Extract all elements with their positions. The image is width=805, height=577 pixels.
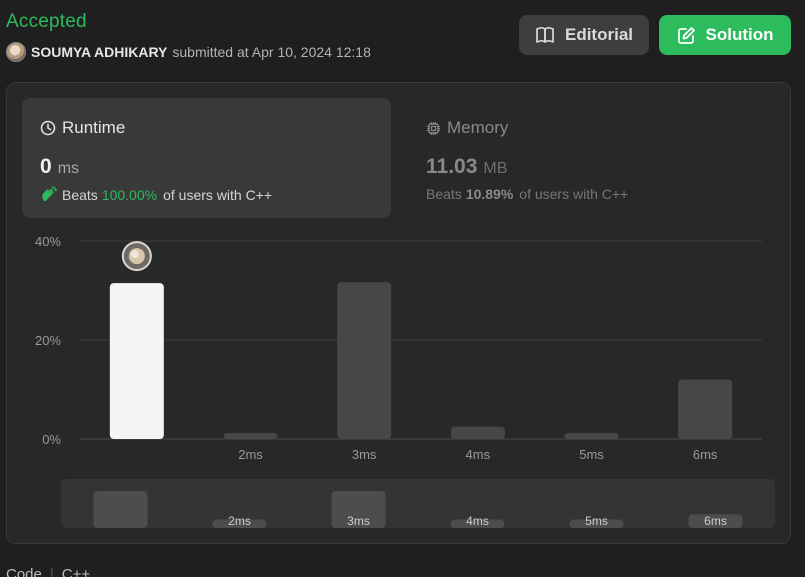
avatar[interactable]	[6, 42, 26, 62]
x-tick-label: 2ms	[238, 447, 263, 462]
chart-bar[interactable]	[678, 379, 733, 439]
status-label: Accepted	[6, 11, 87, 32]
x-tick-label: 5ms	[579, 447, 604, 462]
solution-button[interactable]: Solution	[659, 15, 791, 55]
overview-strip[interactable]	[61, 479, 775, 528]
overview-bar	[93, 491, 148, 528]
chart-bar[interactable]	[564, 433, 619, 439]
chart-bar[interactable]	[450, 426, 505, 439]
username-link[interactable]: SOUMYA ADHIKARY	[31, 44, 167, 60]
submitted-time: submitted at Apr 10, 2024 12:18	[172, 44, 371, 60]
chart-bar[interactable]	[337, 282, 392, 439]
code-label: Code	[6, 566, 42, 577]
chart-bar[interactable]	[223, 433, 278, 439]
code-separator: |	[49, 566, 54, 577]
results-panel: Runtime 0 ms Beats 100.00% of users with…	[6, 82, 791, 544]
overview-tick-label: 5ms	[585, 514, 608, 528]
editorial-label: Editorial	[564, 25, 633, 44]
y-tick-label: 40%	[35, 234, 61, 249]
y-tick-label: 20%	[35, 333, 61, 348]
code-language: C++	[61, 566, 91, 577]
y-tick-label: 0%	[42, 432, 61, 447]
submitter-info: SOUMYA ADHIKARY submitted at Apr 10, 202…	[6, 42, 371, 62]
x-tick-label: 4ms	[466, 447, 491, 462]
code-section-header: Code | C++	[6, 566, 90, 577]
overview-tick-label: 3ms	[347, 514, 370, 528]
overview-tick-label: 6ms	[704, 514, 727, 528]
x-tick-label: 6ms	[693, 447, 718, 462]
overview-tick-label: 2ms	[228, 514, 251, 528]
editorial-button[interactable]: Editorial	[519, 15, 649, 55]
user-avatar-highlight	[130, 250, 139, 259]
edit-icon	[677, 26, 695, 44]
solution-label: Solution	[705, 25, 774, 44]
runtime-distribution-chart: 0% 20% 40% 2ms 3ms 4ms 5ms 6ms 2ms 3ms 4ms 5ms 6ms	[35, 234, 775, 528]
overview-tick-label: 4ms	[466, 514, 489, 528]
x-tick-label: 3ms	[352, 447, 377, 462]
chart-bar[interactable]	[109, 283, 164, 439]
book-icon	[536, 27, 554, 43]
